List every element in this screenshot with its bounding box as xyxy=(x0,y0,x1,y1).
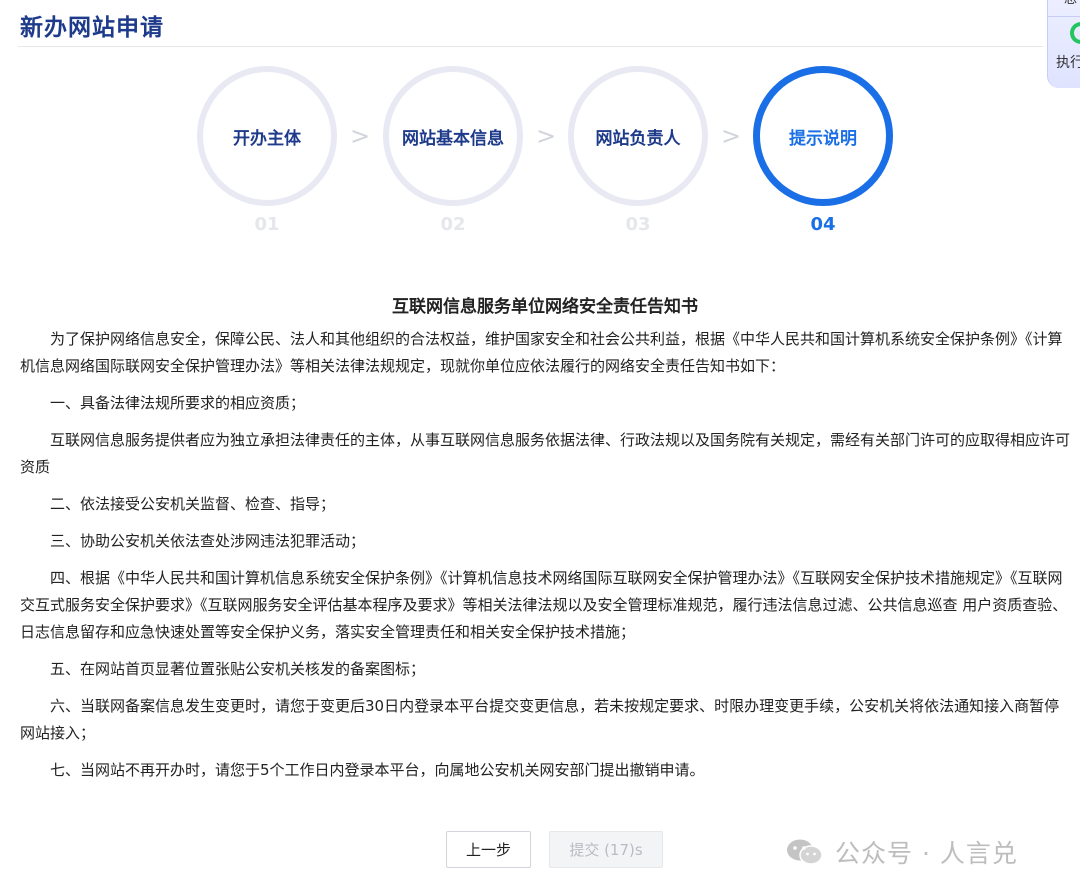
step-circle: 网站基本信息 xyxy=(383,66,523,206)
step-2[interactable]: 网站基本信息 02 xyxy=(383,66,523,242)
previous-step-button[interactable]: 上一步 xyxy=(446,831,531,868)
document-paragraph: 四、根据《中华人民共和国计算机信息系统安全保护条例》《计算机信息技术网络国际互联… xyxy=(20,569,1068,641)
step-number: 03 xyxy=(625,214,651,235)
step-circle: 网站负责人 xyxy=(568,66,708,206)
document-paragraph: 五、在网站首页显著位置张贴公安机关核发的备案图标； xyxy=(50,660,426,678)
document-paragraph: 二、依法接受公安机关监督、检查、指导； xyxy=(50,495,336,513)
step-circle: 开办主体 xyxy=(197,66,337,206)
document-paragraph: 互联网信息服务提供者应为独立承担法律责任的主体，从事互联网信息服务依据法律、行政… xyxy=(20,431,1071,476)
document-body: 为了保护网络信息安全，保障公民、法人和其他组织的合法权益，维护国家安全和社会公共… xyxy=(20,326,1072,794)
document-paragraph: 三、协助公安机关依法查处涉网违法犯罪活动； xyxy=(50,532,366,550)
step-number: 02 xyxy=(440,214,466,235)
step-4[interactable]: 提示说明 04 xyxy=(753,66,893,242)
document-paragraph: 为了保护网络信息安全，保障公民、法人和其他组织的合法权益，维护国家安全和社会公共… xyxy=(20,330,1063,375)
document-paragraph: 七、当网站不再开办时，请您于5个工作日内登录本平台，向属地公安机关网安部门提出撤… xyxy=(50,761,705,779)
chevron-right-icon: > xyxy=(721,122,742,150)
watermark: 公众号 · 人言兑 xyxy=(785,834,1018,870)
watermark-text: 公众号 · 人言兑 xyxy=(835,839,1018,868)
submit-button[interactable]: 提交 (17)s xyxy=(549,831,663,868)
document-paragraph: 六、当联网备案信息发生变更时，请您于变更后30日内登录本平台提交变更信息，若未按… xyxy=(20,697,1060,742)
wechat-icon xyxy=(787,839,823,865)
document-title: 互联网信息服务单位网络安全责任告知书 xyxy=(392,297,698,317)
chevron-right-icon: > xyxy=(536,122,557,150)
step-circle: 提示说明 xyxy=(753,66,893,206)
step-number: 01 xyxy=(254,214,280,235)
step-wizard: 开办主体 01 > 网站基本信息 02 > 网站负责人 03 > 提示说明 04 xyxy=(0,0,1080,260)
step-1[interactable]: 开办主体 01 xyxy=(197,66,337,242)
step-3[interactable]: 网站负责人 03 xyxy=(568,66,708,242)
chevron-right-icon: > xyxy=(350,122,371,150)
document-paragraph: 一、具备法律法规所要求的相应资质； xyxy=(50,394,306,412)
step-number: 04 xyxy=(810,214,836,235)
